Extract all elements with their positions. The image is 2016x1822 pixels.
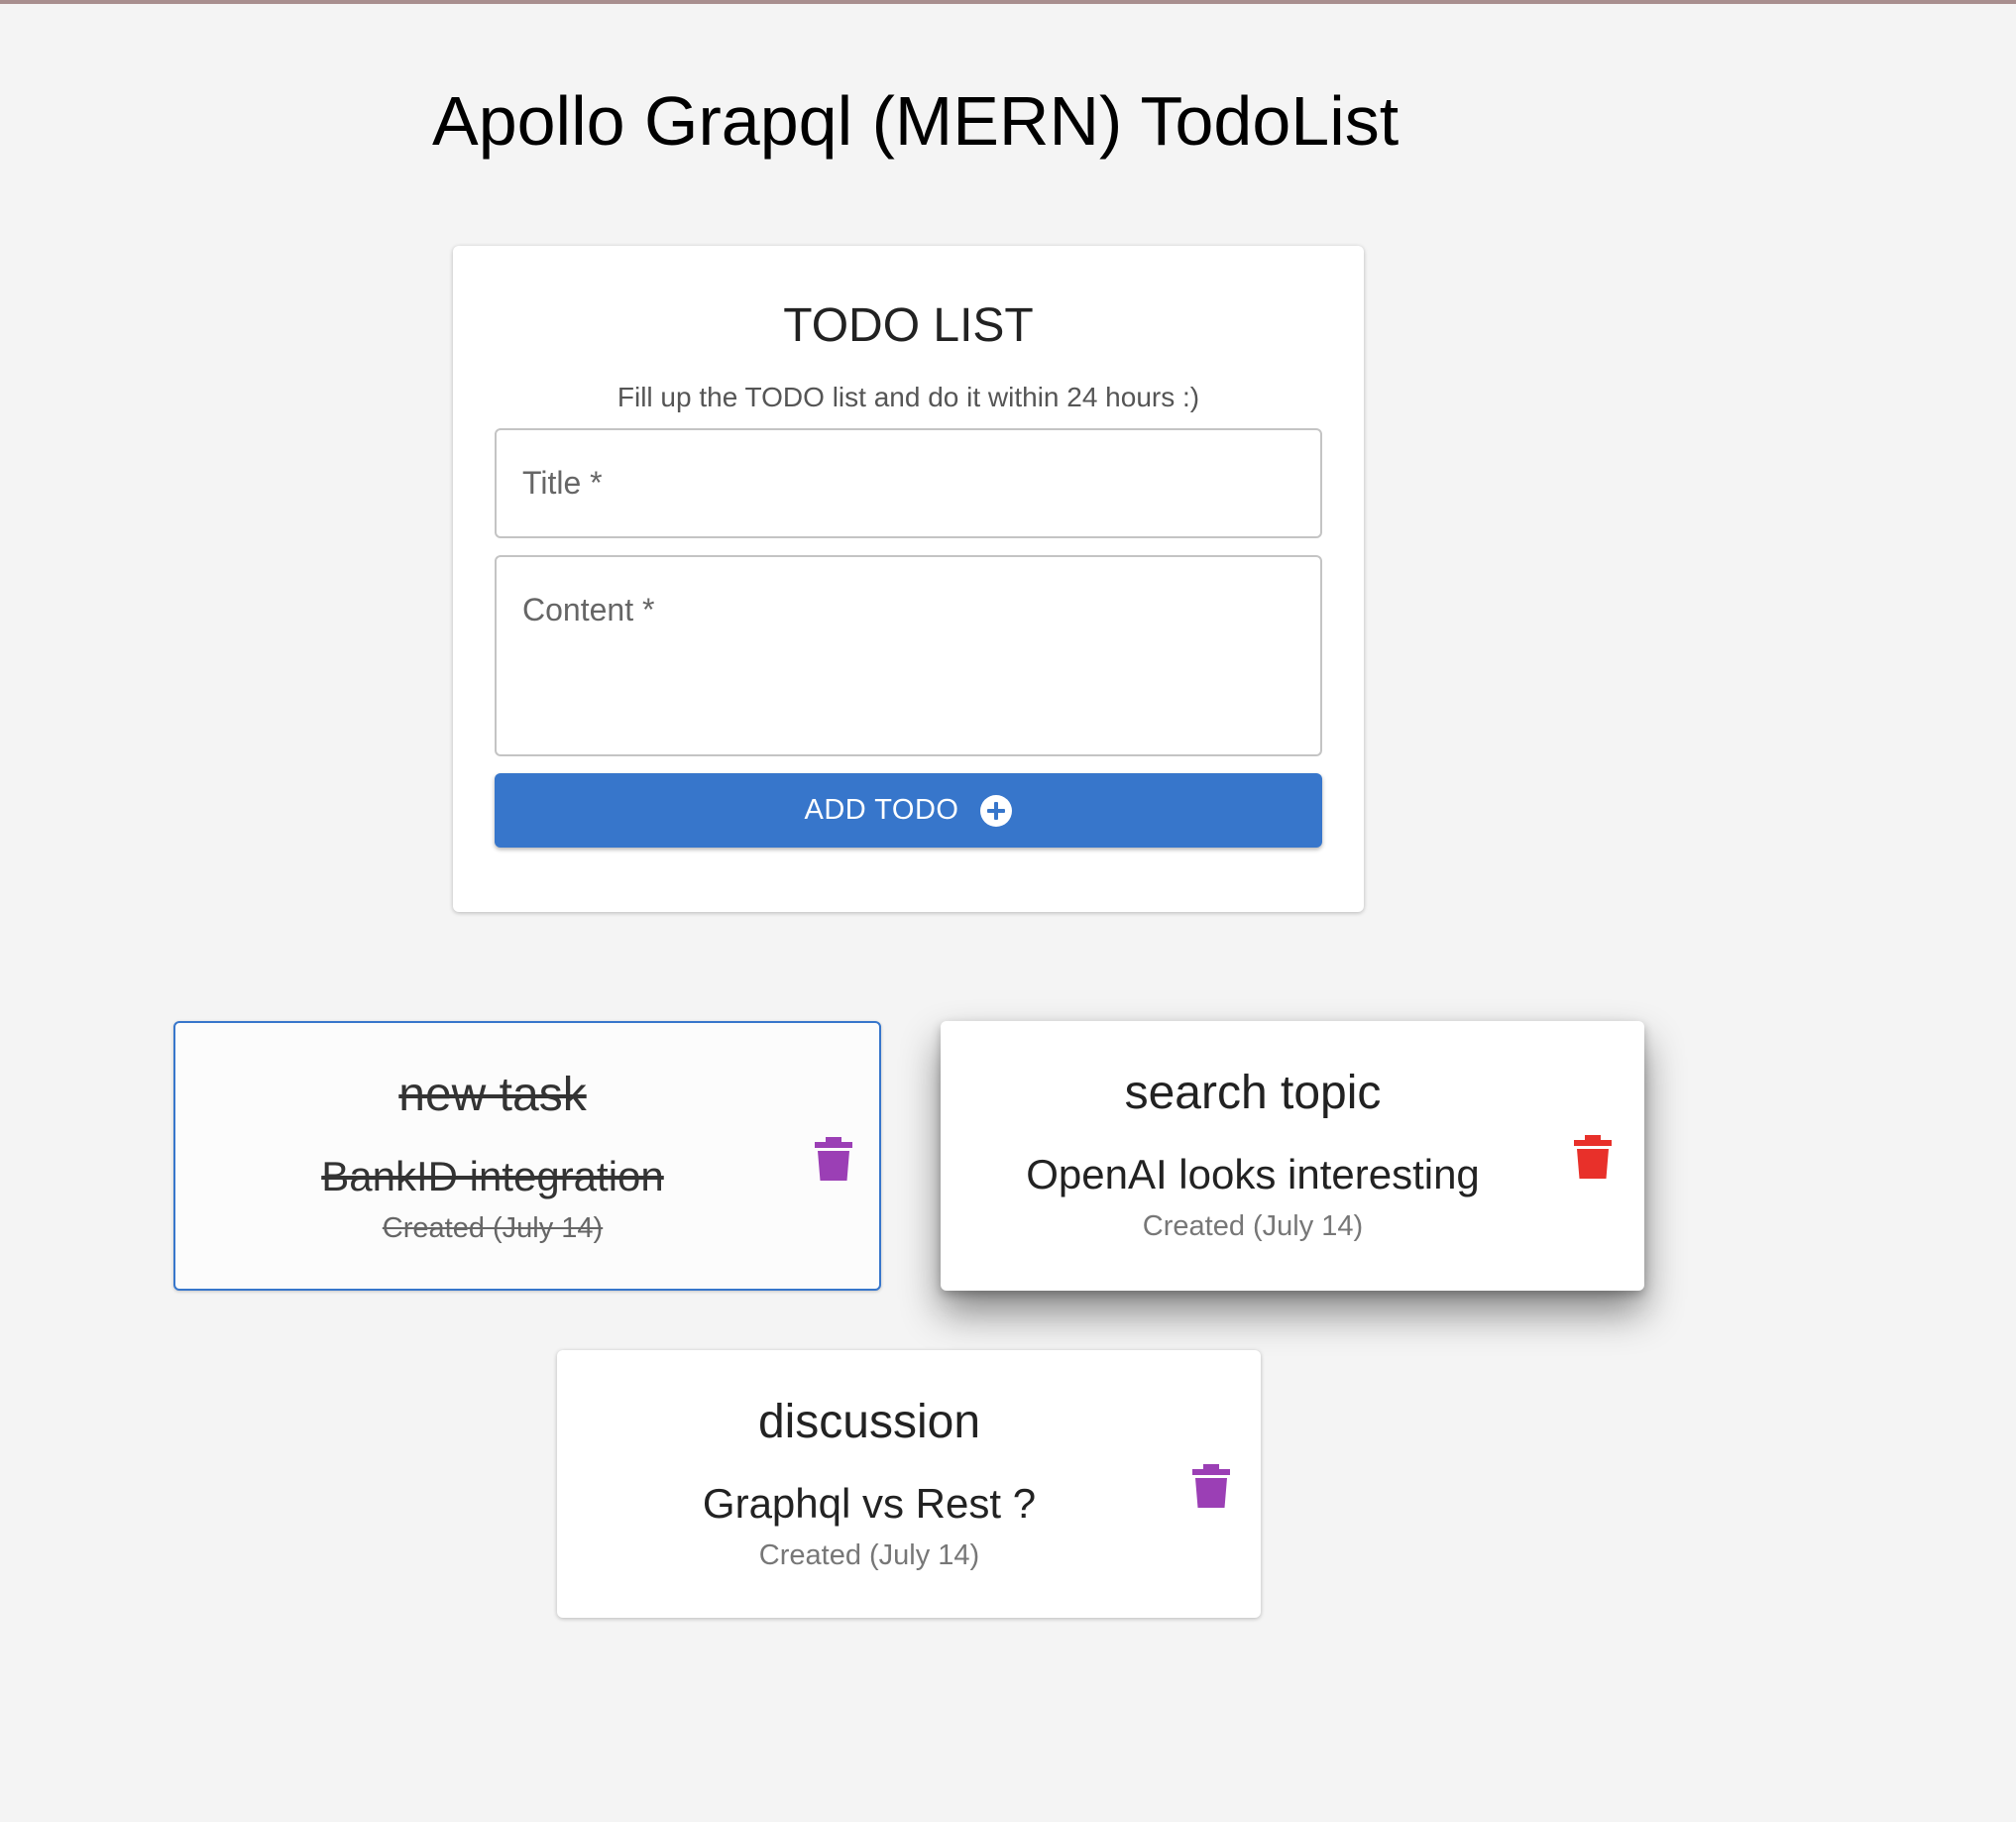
content-field[interactable]: Content * <box>495 555 1322 756</box>
todo-content: OpenAI looks interesting <box>1026 1151 1480 1197</box>
todo-created-date: Created (July 14) <box>382 1212 604 1244</box>
page-title: Apollo Grapql (MERN) TodoList <box>432 82 1400 160</box>
trash-icon <box>1191 1462 1231 1510</box>
form-heading: TODO LIST <box>783 299 1034 352</box>
content-input[interactable] <box>497 557 1320 754</box>
title-field[interactable]: Title * <box>495 428 1322 538</box>
plus-circle-icon <box>979 794 1013 828</box>
add-todo-label: ADD TODO <box>804 794 959 826</box>
add-todo-button[interactable]: ADD TODO <box>495 773 1322 848</box>
todo-form-card: TODO LIST Fill up the TODO list and do i… <box>453 246 1364 912</box>
delete-todo-button[interactable] <box>814 1135 853 1183</box>
trash-icon <box>1573 1133 1613 1181</box>
todo-card[interactable]: search topic OpenAI looks interesting Cr… <box>941 1021 1644 1291</box>
todo-card[interactable]: new task BankID integration Created (Jul… <box>173 1021 881 1291</box>
todo-title: discussion <box>757 1396 981 1448</box>
todo-title: new task <box>398 1069 587 1121</box>
todo-content: Graphql vs Rest ? <box>702 1480 1037 1527</box>
delete-todo-button[interactable] <box>1573 1133 1613 1181</box>
todo-card[interactable]: discussion Graphql vs Rest ? Created (Ju… <box>557 1350 1261 1618</box>
top-divider <box>0 0 2016 4</box>
delete-todo-button[interactable] <box>1191 1462 1231 1510</box>
todo-created-date: Created (July 14) <box>758 1539 980 1571</box>
todo-content: BankID integration <box>321 1153 664 1199</box>
trash-icon <box>814 1135 853 1183</box>
form-subheading: Fill up the TODO list and do it within 2… <box>616 382 1200 412</box>
todo-title: search topic <box>1124 1067 1382 1119</box>
todo-created-date: Created (July 14) <box>1142 1210 1364 1242</box>
title-input[interactable] <box>497 430 1320 536</box>
